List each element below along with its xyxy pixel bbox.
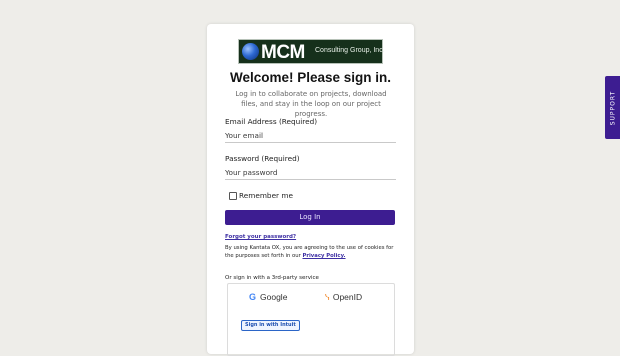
email-field[interactable] (225, 128, 396, 143)
password-label: Password (Required) (225, 154, 300, 163)
third-party-providers: G Google ᓭ OpenID Sign in with Intuit (227, 283, 395, 356)
google-label: Google (260, 292, 288, 302)
remember-me-checkbox[interactable] (229, 192, 237, 200)
remember-me-label: Remember me (239, 191, 293, 200)
google-signin-button[interactable]: G Google (249, 292, 287, 302)
password-field[interactable] (225, 165, 396, 180)
google-icon: G (249, 292, 257, 302)
openid-label: OpenID (332, 292, 363, 302)
page-subtitle: Log in to collaborate on projects, downl… (235, 90, 387, 118)
third-party-label: Or sign in with a 3rd-party service (225, 275, 319, 281)
cookie-notice: By using Kantata OX, you are agreeing to… (225, 244, 399, 260)
login-card: MCM Consulting Group, Inc. Welcome! Plea… (207, 24, 414, 356)
openid-signin-button[interactable]: ᓭ OpenID (325, 292, 362, 302)
openid-icon: ᓭ (325, 293, 330, 302)
logo-subtitle: Consulting Group, Inc. (315, 47, 385, 54)
logo-name: MCM (261, 42, 305, 63)
forgot-password-link[interactable]: Forgot your password? (225, 234, 296, 240)
email-label: Email Address (Required) (225, 117, 318, 126)
support-label: SUPPORT (609, 90, 616, 125)
privacy-policy-link[interactable]: Privacy Policy. (303, 253, 346, 259)
intuit-signin-button[interactable]: Sign in with Intuit (241, 320, 300, 331)
company-logo: MCM Consulting Group, Inc. (238, 39, 385, 64)
support-tab[interactable]: SUPPORT (605, 76, 620, 139)
login-button[interactable]: Log In (225, 210, 395, 225)
logo-globe-icon (242, 43, 259, 60)
page-title: Welcome! Please sign in. (229, 70, 392, 85)
